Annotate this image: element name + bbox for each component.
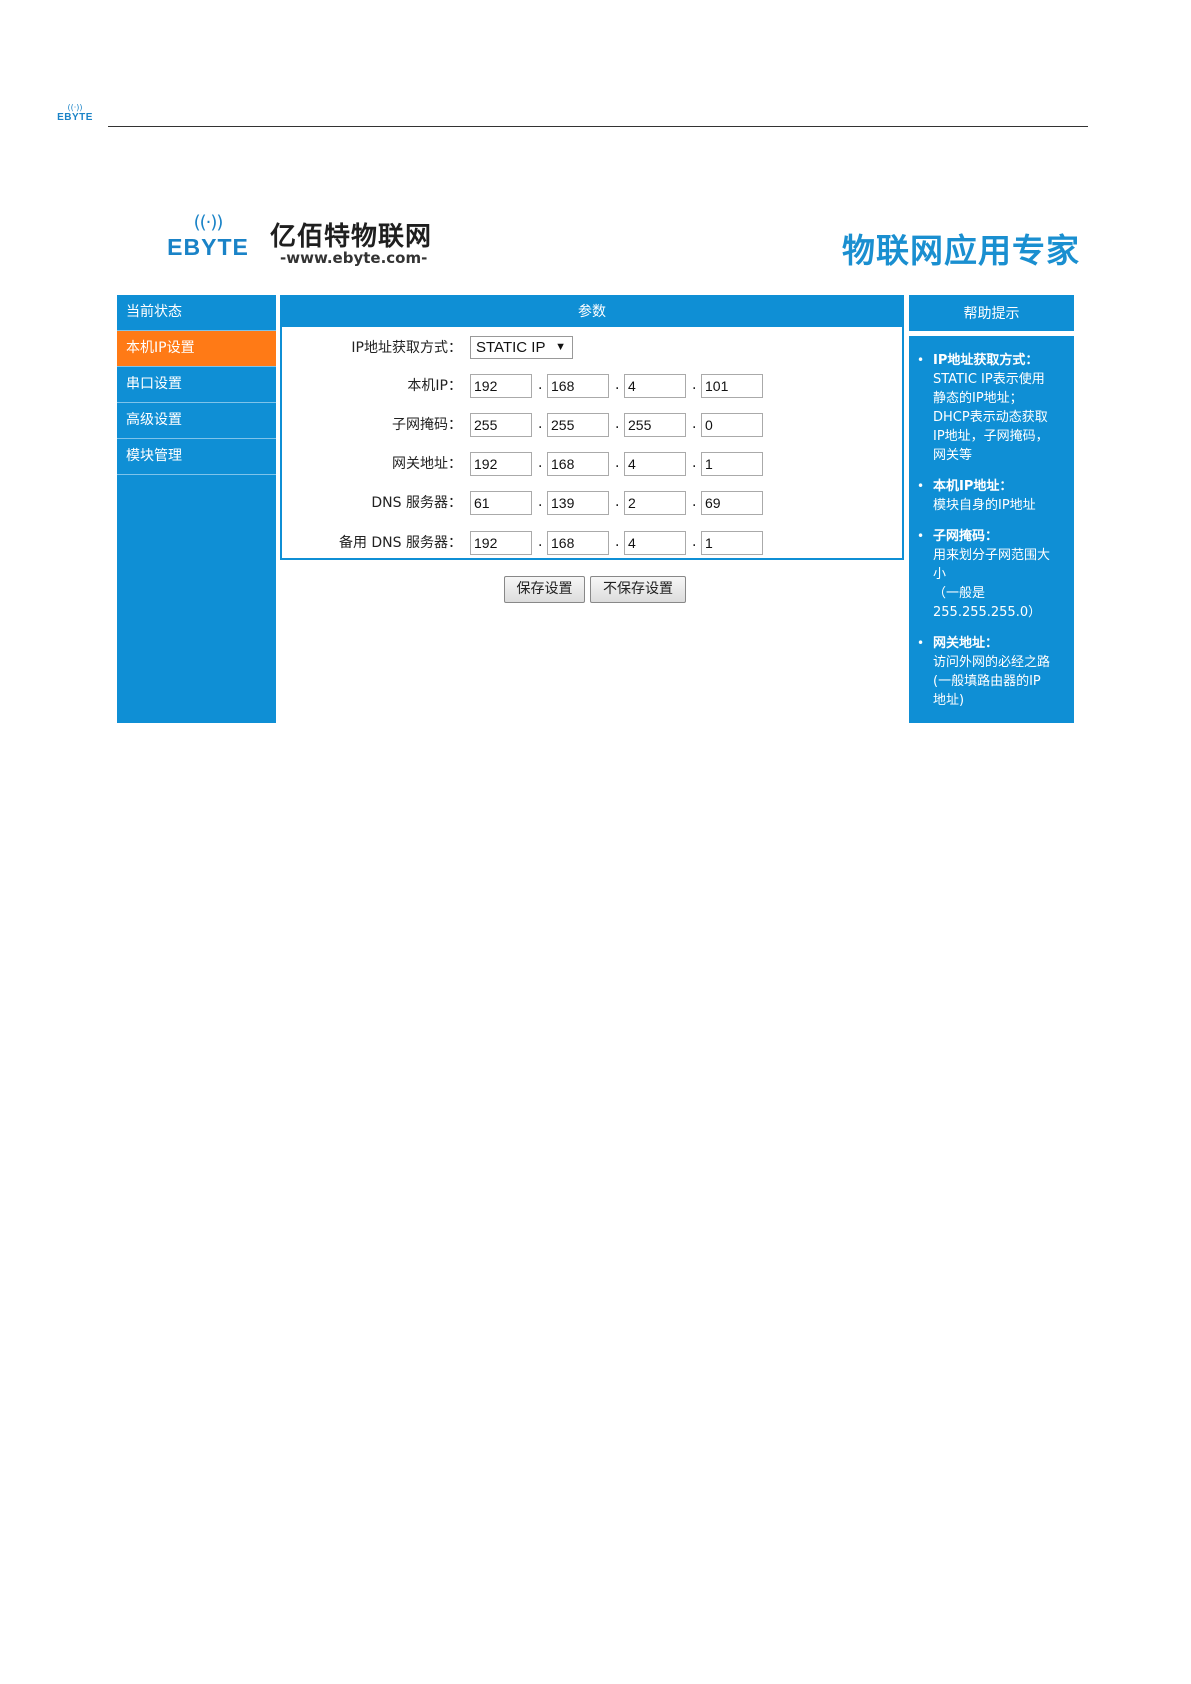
octet-separator: .	[538, 377, 543, 393]
ip-mode-row: IP地址获取方式： STATIC IP ▼	[282, 335, 902, 361]
bullet-icon: •	[917, 353, 925, 367]
help-item-title: 子网掩码：	[933, 529, 999, 544]
dns-octet-1[interactable]	[470, 491, 532, 515]
brand-url: -www.ebyte.com-	[280, 249, 428, 267]
sidebar-item-status[interactable]: 当前状态	[117, 295, 276, 331]
help-item-local-ip: • 本机IP地址： 模块自身的IP地址	[917, 477, 1066, 515]
help-item-title: 网关地址：	[933, 636, 999, 651]
sidebar-item-serial-settings[interactable]: 串口设置	[117, 367, 276, 403]
gateway-octet-1[interactable]	[470, 452, 532, 476]
help-item-line: 用来划分子网范围大	[933, 548, 1051, 563]
octet-separator: .	[615, 455, 620, 471]
backup-dns-octet-3[interactable]	[624, 531, 686, 555]
help-item-line: 地址)	[933, 693, 965, 708]
sidebar-item-module-management[interactable]: 模块管理	[117, 439, 276, 475]
brand-name: 亿佰特物联网	[270, 222, 433, 252]
wifi-signal-icon: ((·))	[193, 212, 224, 233]
gateway-label: 网关地址：	[392, 456, 462, 472]
ip-mode-value: STATIC IP	[476, 339, 546, 356]
subnet-mask-row: 子网掩码： . . .	[282, 412, 902, 438]
sidebar-nav: 当前状态 本机IP设置 串口设置 高级设置 模块管理	[117, 295, 276, 723]
local-ip-label: 本机IP：	[407, 378, 462, 394]
gateway-octet-4[interactable]	[701, 452, 763, 476]
dns-octet-4[interactable]	[701, 491, 763, 515]
octet-separator: .	[692, 416, 697, 432]
octet-separator: .	[615, 416, 620, 432]
octet-separator: .	[692, 455, 697, 471]
octet-separator: .	[615, 377, 620, 393]
backup-dns-octet-4[interactable]	[701, 531, 763, 555]
octet-separator: .	[538, 494, 543, 510]
octet-separator: .	[692, 377, 697, 393]
panel-title: 参数	[282, 297, 902, 327]
subnet-mask-octet-1[interactable]	[470, 413, 532, 437]
subnet-mask-octet-3[interactable]	[624, 413, 686, 437]
local-ip-octet-4[interactable]	[701, 374, 763, 398]
octet-separator: .	[538, 534, 543, 550]
backup-dns-row: 备用 DNS 服务器： . . .	[282, 530, 902, 556]
caret-down-icon: ▼	[555, 341, 566, 353]
ip-mode-label: IP地址获取方式：	[351, 340, 462, 356]
octet-separator: .	[692, 534, 697, 550]
help-item-line: 网关等	[933, 448, 973, 463]
help-item-line: 静态的IP地址；	[933, 391, 1023, 406]
gateway-octet-2[interactable]	[547, 452, 609, 476]
ebyte-logo-text: EBYTE	[167, 234, 249, 260]
document-header-logo: ((·)) EBYTE	[53, 104, 97, 126]
help-item-line: 访问外网的必经之路	[933, 655, 1051, 670]
document-header-rule	[108, 126, 1088, 127]
subnet-mask-octet-4[interactable]	[701, 413, 763, 437]
help-item-line: IP地址，子网掩码，	[933, 429, 1049, 444]
help-item-line: STATIC IP表示使用	[933, 372, 1045, 387]
parameters-panel: 参数 IP地址获取方式： STATIC IP ▼ 本机IP： . . . 子网掩…	[280, 295, 904, 560]
local-ip-octet-2[interactable]	[547, 374, 609, 398]
help-item-title: 本机IP地址：	[933, 479, 1013, 494]
wifi-signal-icon: ((·))	[67, 103, 83, 112]
bullet-icon: •	[917, 529, 925, 543]
help-item-line: 255.255.255.0）	[933, 605, 1042, 620]
help-title: 帮助提示	[909, 295, 1074, 331]
backup-dns-label: 备用 DNS 服务器：	[338, 535, 462, 551]
gateway-octet-3[interactable]	[624, 452, 686, 476]
discard-button[interactable]: 不保存设置	[590, 576, 686, 603]
subnet-mask-label: 子网掩码：	[392, 417, 462, 433]
help-item-line: 模块自身的IP地址	[933, 498, 1036, 513]
octet-separator: .	[692, 494, 697, 510]
help-item-title: IP地址获取方式：	[933, 353, 1039, 368]
local-ip-octet-1[interactable]	[470, 374, 532, 398]
help-item-line: 小	[933, 567, 947, 582]
dns-octet-2[interactable]	[547, 491, 609, 515]
help-item-line: (一般填路由器的IP	[933, 674, 1041, 689]
help-item-line: （一般是	[933, 586, 986, 601]
sidebar-item-advanced-settings[interactable]: 高级设置	[117, 403, 276, 439]
octet-separator: .	[615, 534, 620, 550]
dns-label: DNS 服务器：	[371, 495, 462, 511]
sidebar-item-ip-settings[interactable]: 本机IP设置	[117, 331, 276, 367]
save-button[interactable]: 保存设置	[504, 576, 585, 603]
help-panel: • IP地址获取方式： STATIC IP表示使用 静态的IP地址； DHCP表…	[909, 336, 1074, 723]
dns-octet-3[interactable]	[624, 491, 686, 515]
help-item-ip-mode: • IP地址获取方式： STATIC IP表示使用 静态的IP地址； DHCP表…	[917, 351, 1066, 465]
subnet-mask-octet-2[interactable]	[547, 413, 609, 437]
octet-separator: .	[615, 494, 620, 510]
local-ip-octet-3[interactable]	[624, 374, 686, 398]
ip-mode-select[interactable]: STATIC IP ▼	[470, 336, 573, 359]
octet-separator: .	[538, 416, 543, 432]
help-item-line: DHCP表示动态获取	[933, 410, 1048, 425]
backup-dns-octet-2[interactable]	[547, 531, 609, 555]
backup-dns-octet-1[interactable]	[470, 531, 532, 555]
brand-slogan: 物联网应用专家	[842, 231, 1080, 270]
bullet-icon: •	[917, 479, 925, 493]
ebyte-logo: ((·)) EBYTE	[158, 212, 258, 264]
octet-separator: .	[538, 455, 543, 471]
document-logo-text: EBYTE	[57, 112, 93, 123]
dns-row: DNS 服务器： . . .	[282, 490, 902, 516]
gateway-row: 网关地址： . . .	[282, 451, 902, 477]
help-item-gateway: • 网关地址： 访问外网的必经之路 (一般填路由器的IP 地址)	[917, 634, 1066, 710]
help-item-subnet-mask: • 子网掩码： 用来划分子网范围大 小 （一般是 255.255.255.0）	[917, 527, 1066, 622]
local-ip-row: 本机IP： . . .	[282, 373, 902, 399]
bullet-icon: •	[917, 636, 925, 650]
